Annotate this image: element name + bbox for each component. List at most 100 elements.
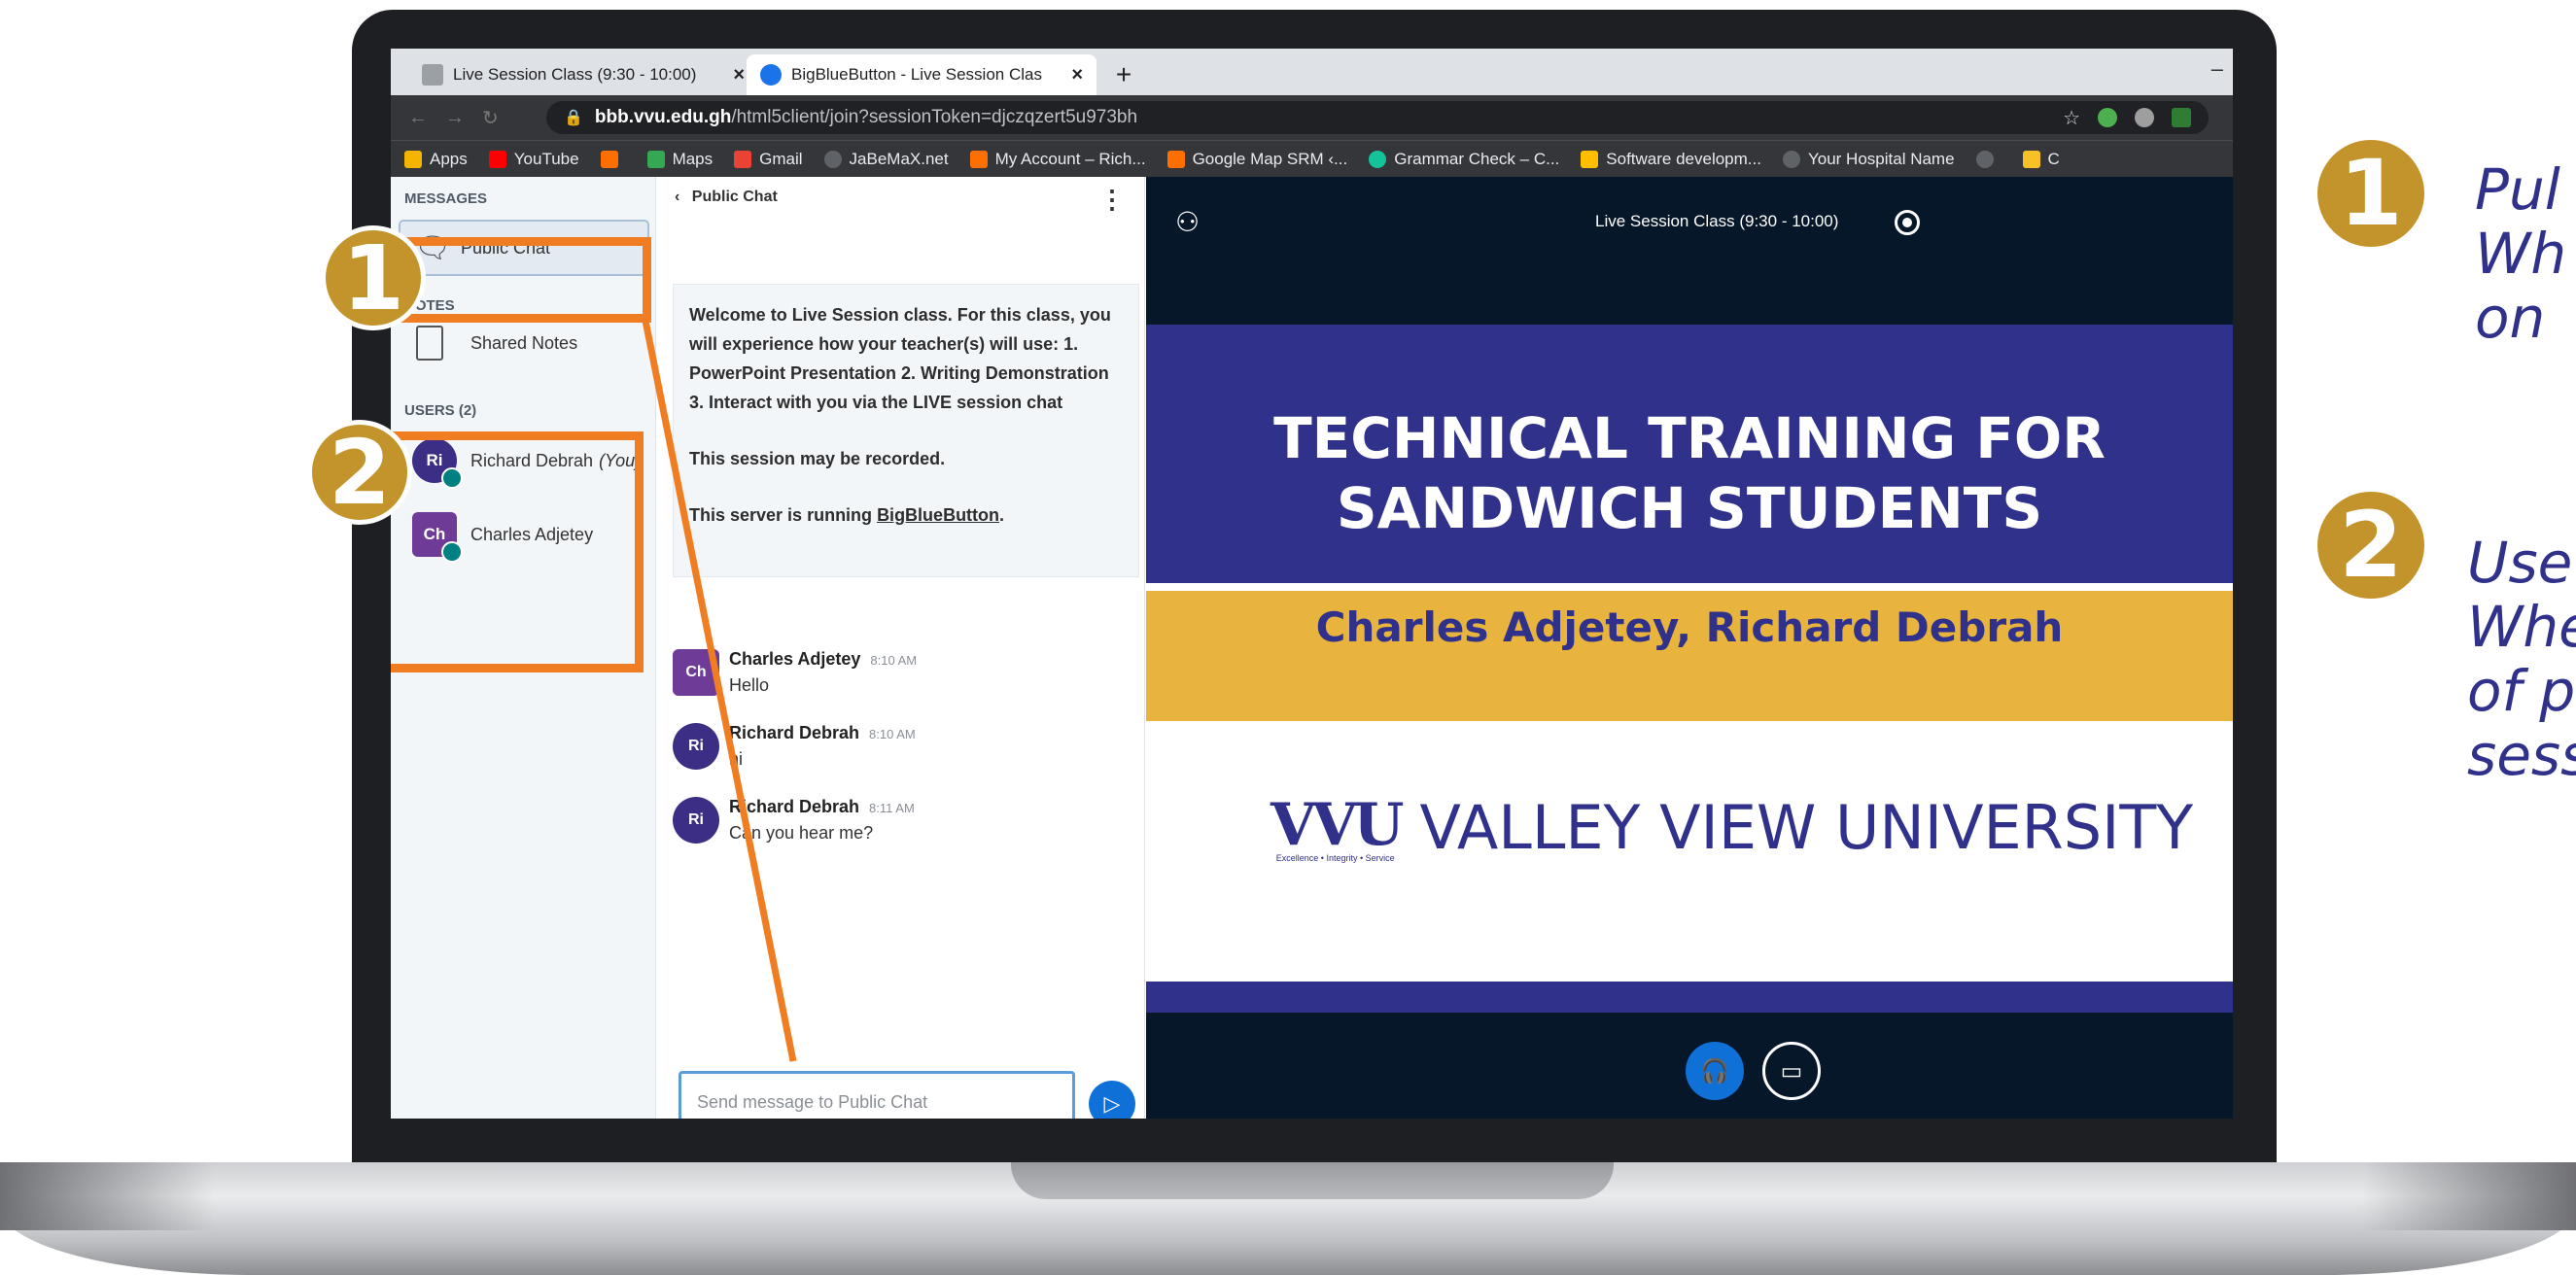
- grammarly-icon: [1369, 150, 1387, 168]
- bookmark-label: YouTube: [513, 149, 579, 168]
- chat-message: Ri Richard Debrah 8:11 AM Can you hear me…: [673, 797, 915, 844]
- headphones-icon[interactable]: 🎧: [1686, 1042, 1744, 1100]
- send-message-button[interactable]: ▷: [1089, 1081, 1135, 1119]
- university-logo: VVU Excellence • Integrity • Service VAL…: [1271, 791, 2193, 863]
- callout-text-2: Use Whe of p sess: [2467, 531, 2576, 787]
- users-section-title: USERS (2): [404, 402, 477, 419]
- shared-notes-label: Shared Notes: [470, 332, 578, 353]
- slide-subtitle-band: Charles Adjetey, Richard Debrah: [1146, 591, 2233, 721]
- send-icon: ▷: [1103, 1091, 1121, 1116]
- extension-icon[interactable]: [2172, 108, 2191, 127]
- camera-off-icon[interactable]: ▭: [1762, 1042, 1821, 1100]
- forward-icon[interactable]: →: [445, 107, 465, 129]
- bookmark-folder[interactable]: C: [2022, 150, 2060, 169]
- slide-title-band: TECHNICAL TRAINING FOR SANDWICH STUDENTS: [1146, 325, 2233, 583]
- laptop-base-shade-right: [2362, 1162, 2576, 1230]
- chat-message: Ri Richard Debrah 8:10 AM hi: [673, 723, 916, 770]
- callout-line: Pul: [2475, 156, 2560, 223]
- media-controls-bar: 🎧 ▭: [1146, 1013, 2233, 1119]
- bookmark-apps[interactable]: Apps: [404, 150, 468, 169]
- message-text: Can you hear me?: [729, 823, 874, 843]
- bigbluebutton-app: MESSAGES 🗨 Public Chat NOTES Shared Note…: [391, 177, 2233, 1119]
- callout-line: Use: [2467, 530, 2573, 596]
- message-time: 8:10 AM: [870, 653, 918, 668]
- badge-2: 2: [307, 420, 412, 525]
- bookmark-favicon-icon: [969, 150, 988, 168]
- bookmark-jabemax[interactable]: JaBeMaX.net: [823, 150, 949, 169]
- logo-motto: Excellence • Integrity • Service: [1275, 853, 1395, 863]
- bookmark-software[interactable]: Software developm...: [1581, 150, 1761, 169]
- callout-line: sess: [2467, 722, 2576, 788]
- messages-section-title: MESSAGES: [404, 190, 488, 207]
- bookmark-youtube[interactable]: YouTube: [488, 149, 579, 169]
- close-icon[interactable]: ×: [1071, 64, 1083, 86]
- bigbluebutton-link[interactable]: BigBlueButton: [877, 505, 999, 525]
- lock-icon: 🔒: [564, 110, 583, 126]
- avatar-initials: Ri: [688, 811, 704, 828]
- maps-icon: [646, 150, 665, 168]
- youtube-icon: [488, 150, 506, 168]
- callout-line: of p: [2467, 658, 2576, 724]
- back-icon[interactable]: ←: [408, 107, 428, 129]
- message-author: Charles Adjetey: [729, 649, 861, 669]
- chat-options-icon[interactable]: ⋮: [1099, 185, 1125, 215]
- document-icon: [416, 326, 443, 361]
- browser-tab-live-session[interactable]: Live Session Class (9:30 - 10:00) ×: [408, 54, 758, 95]
- chat-title: Public Chat: [691, 189, 778, 205]
- bookmark-grammar-check[interactable]: Grammar Check – C...: [1369, 150, 1559, 169]
- globe-icon: [1782, 150, 1800, 168]
- laptop-screen: Live Session Class (9:30 - 10:00) × BigB…: [391, 49, 2233, 1119]
- avatar: Ri: [673, 723, 719, 770]
- address-bar[interactable]: 🔒 bbb.vvu.edu.gh /html5client/join?sessi…: [546, 101, 2209, 134]
- presentation-top-bar: ⚇ Live Session Class (9:30 - 10:00): [1146, 177, 2233, 274]
- laptop-base-shade-left: [0, 1162, 214, 1230]
- avatar: Ch: [673, 649, 719, 696]
- chat-panel: ‹ Public Chat ⋮ Welcome to Live Session …: [657, 177, 1145, 1119]
- browser-tab-strip: Live Session Class (9:30 - 10:00) × BigB…: [391, 49, 2233, 95]
- presentation-area: ⚇ Live Session Class (9:30 - 10:00) TECH…: [1146, 177, 2233, 1119]
- slide-title-line-2: SANDWICH STUDENTS: [1336, 475, 2043, 541]
- recording-icon[interactable]: [1895, 210, 1920, 235]
- bookmark-label: Your Hospital Name: [1807, 149, 1955, 168]
- close-icon[interactable]: ×: [733, 64, 745, 86]
- message-time: 8:11 AM: [869, 801, 915, 815]
- minimize-button[interactable]: –: [2211, 56, 2223, 82]
- bookmark-google-map-srm[interactable]: Google Map SRM ‹...: [1166, 149, 1348, 169]
- bookmark-favicon-icon: [1166, 150, 1185, 168]
- callout-line: Whe: [2467, 594, 2576, 660]
- avatar-initials: Ch: [685, 664, 707, 680]
- shared-notes-item[interactable]: Shared Notes: [416, 321, 577, 365]
- bookmark-hospital[interactable]: Your Hospital Name: [1782, 149, 1955, 169]
- slide-bottom-band: [1146, 982, 2233, 1015]
- reload-icon[interactable]: ↻: [482, 106, 499, 130]
- bookmark-maps[interactable]: Maps: [646, 149, 714, 169]
- server-notice-period: .: [999, 505, 1005, 525]
- bookmark-my-account[interactable]: My Account – Rich...: [969, 150, 1146, 169]
- callout-line: on: [2475, 285, 2546, 351]
- message-text: Hello: [729, 675, 770, 695]
- chat-message: Ch Charles Adjetey 8:10 AM Hello: [673, 649, 917, 696]
- callout-badge-2: 2: [2317, 492, 2424, 599]
- chat-message-input[interactable]: Send message to Public Chat: [679, 1071, 1075, 1119]
- bookmark-label: Google Map SRM ‹...: [1192, 149, 1348, 168]
- avatar: Ri: [673, 797, 719, 844]
- callout-line: Wh: [2475, 221, 2567, 287]
- bookmark-label: Maps: [672, 149, 714, 168]
- callout-text-1: Pul Wh on: [2475, 157, 2566, 350]
- welcome-text: Welcome to Live Session class. For this …: [689, 305, 1111, 412]
- bookmark-star-icon[interactable]: ☆: [2063, 106, 2080, 130]
- browser-toolbar: ← → ↻ 🔒 bbb.vvu.edu.gh /html5client/join…: [391, 95, 2233, 140]
- welcome-message: Welcome to Live Session class. For this …: [673, 284, 1139, 577]
- bookmark-unnamed[interactable]: [600, 150, 626, 168]
- tab-title: BigBlueButton - Live Session Clas: [791, 65, 1042, 84]
- user-icon[interactable]: ⚇: [1175, 206, 1200, 238]
- extension-icon[interactable]: [2135, 108, 2154, 127]
- bookmark-unnamed[interactable]: [1975, 150, 2002, 168]
- message-text: hi: [729, 749, 744, 769]
- lightning-icon: [1581, 150, 1599, 168]
- chat-header[interactable]: ‹ Public Chat: [675, 189, 778, 206]
- new-tab-button[interactable]: +: [1108, 60, 1139, 91]
- bookmark-gmail[interactable]: Gmail: [734, 150, 803, 169]
- extension-icon[interactable]: [2098, 108, 2117, 127]
- browser-tab-bigbluebutton[interactable]: BigBlueButton - Live Session Clas ×: [747, 54, 1097, 95]
